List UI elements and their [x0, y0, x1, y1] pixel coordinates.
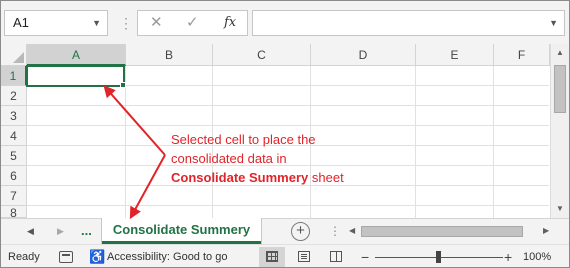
zoom-knob[interactable] [436, 251, 441, 263]
tab-split-grip-icon[interactable]: ⋮ [329, 219, 341, 243]
enter-icon[interactable]: ✓ [186, 11, 199, 35]
column-header-d[interactable]: D [311, 44, 416, 66]
zoom-in-button[interactable]: + [504, 245, 512, 267]
expand-formula-bar-icon[interactable]: ▼ [549, 11, 558, 35]
formula-input[interactable]: ▼ [252, 10, 565, 36]
row-header-4[interactable]: 4 [1, 126, 27, 146]
page-break-preview-button[interactable] [323, 247, 349, 267]
row-header-1[interactable]: 1 [1, 66, 27, 86]
normal-view-button[interactable] [259, 247, 285, 267]
row-header-8[interactable]: 8 [1, 206, 27, 218]
row-header-7[interactable]: 7 [1, 186, 27, 206]
row-header-2[interactable]: 2 [1, 86, 27, 106]
annotation-line-2: consolidated data in [171, 151, 287, 166]
annotation-callout: Selected cell to place the consolidated … [171, 130, 391, 187]
page-break-icon [330, 251, 342, 262]
excel-window: A1 ▼ ⋮ ✕ ✓ fx ▼ A B C D E F 1 2 3 4 5 6 … [0, 0, 570, 268]
scroll-up-icon[interactable]: ▲ [551, 44, 569, 62]
cancel-icon[interactable]: ✕ [150, 11, 163, 35]
selected-cell-a1[interactable] [26, 65, 125, 87]
tab-consolidate-summery[interactable]: Consolidate Summery [102, 218, 261, 244]
name-box-value: A1 [13, 15, 29, 30]
annotation-line-3: Consolidate Summery sheet [171, 168, 391, 187]
status-ready: Ready [8, 251, 40, 263]
add-sheet-icon[interactable]: + [291, 222, 310, 241]
column-header-c[interactable]: C [213, 44, 311, 66]
column-header-f[interactable]: F [494, 44, 550, 66]
annotation-line-3-rest: sheet [308, 170, 344, 185]
scroll-left-icon[interactable]: ◀ [349, 223, 355, 239]
scroll-down-icon[interactable]: ▼ [551, 200, 569, 218]
gridline [415, 66, 416, 218]
gridline [493, 66, 494, 218]
formula-buttons: ✕ ✓ fx [137, 10, 248, 36]
horizontal-scrollbar[interactable]: ◀ ▶ [349, 223, 549, 239]
name-box-dropdown-icon[interactable]: ▼ [92, 11, 101, 35]
column-header-e[interactable]: E [416, 44, 494, 66]
formula-bar-grip-icon: ⋮ [119, 15, 133, 31]
row-header-3[interactable]: 3 [1, 106, 27, 126]
formula-bar: A1 ▼ ⋮ ✕ ✓ fx ▼ [1, 1, 569, 44]
annotation-line-1: Selected cell to place the [171, 132, 316, 147]
previous-sheet-icon[interactable]: ◀ [27, 219, 34, 243]
normal-view-icon [266, 251, 278, 262]
page-layout-view-button[interactable] [291, 247, 317, 267]
annotation-sheet-name: Consolidate Summery [171, 170, 309, 185]
scroll-right-icon[interactable]: ▶ [543, 223, 549, 239]
vertical-scroll-thumb[interactable] [554, 65, 566, 113]
select-all-button[interactable] [1, 44, 27, 66]
next-sheet-icon[interactable]: ▶ [57, 219, 64, 243]
page-layout-icon [298, 251, 310, 262]
column-header-b[interactable]: B [126, 44, 213, 66]
accessibility-icon[interactable]: ♿ [89, 245, 105, 267]
accessibility-status[interactable]: Accessibility: Good to go [107, 245, 227, 267]
fill-handle[interactable] [120, 82, 126, 88]
zoom-level[interactable]: 100% [523, 245, 551, 267]
macro-recording-icon[interactable] [59, 251, 73, 263]
insert-function-icon[interactable]: fx [224, 11, 236, 35]
vertical-scrollbar[interactable]: ▲ ▼ [550, 44, 569, 218]
more-sheets-button[interactable]: ... [81, 219, 92, 243]
name-box[interactable]: A1 ▼ [4, 10, 108, 36]
status-bar: Ready ♿ Accessibility: Good to go − + 10… [1, 244, 569, 267]
zoom-out-button[interactable]: − [361, 245, 369, 267]
row-header-6[interactable]: 6 [1, 166, 27, 186]
sheet-tab-bar: ◀ ▶ ... Consolidate Summery + ⋮ ◀ ▶ [1, 218, 569, 244]
row-header-5[interactable]: 5 [1, 146, 27, 166]
zoom-slider[interactable]: − + [361, 245, 512, 267]
column-header-a[interactable]: A [27, 44, 126, 66]
horizontal-scroll-thumb[interactable] [361, 226, 523, 237]
gridline [125, 66, 126, 218]
